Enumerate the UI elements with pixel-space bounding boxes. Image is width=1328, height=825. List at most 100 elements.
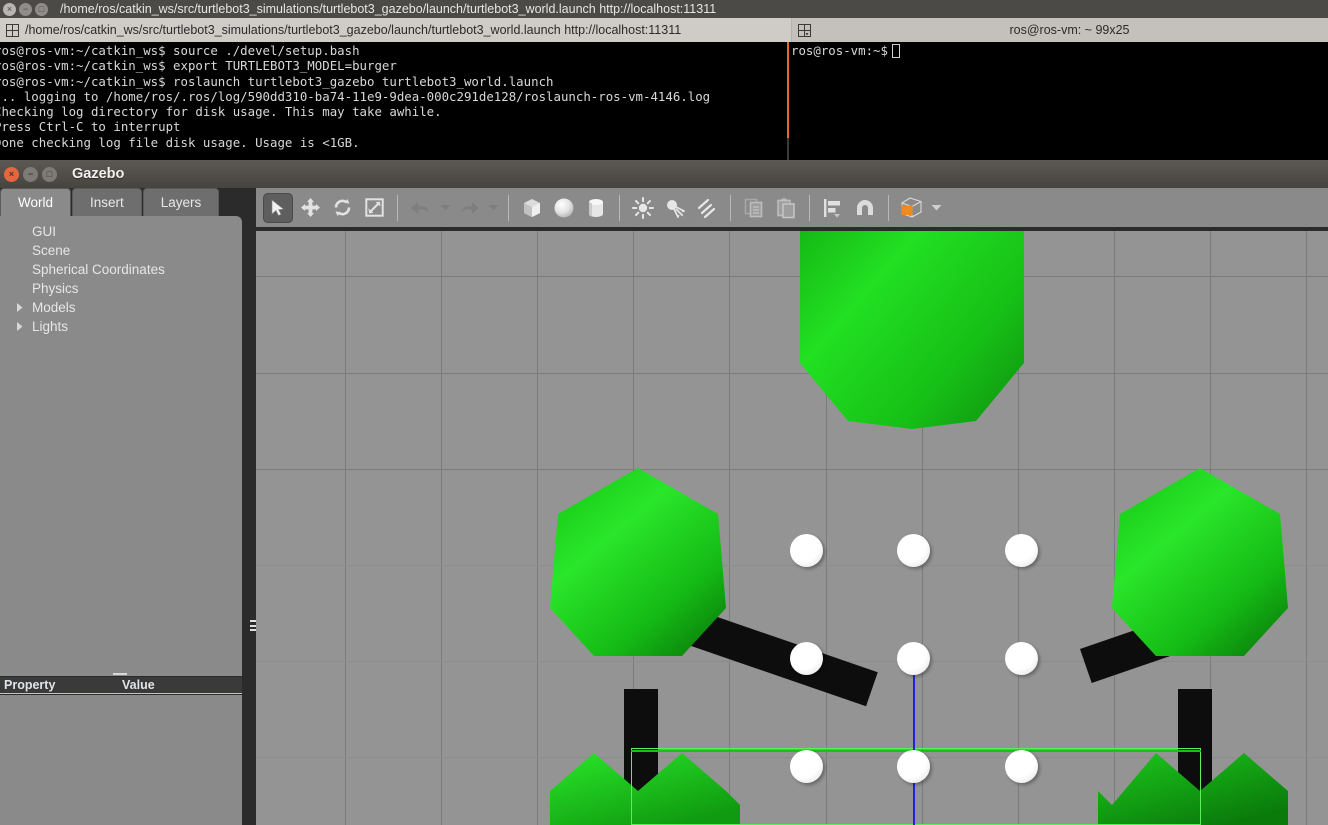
translate-mode-button[interactable] [295, 193, 325, 223]
gazebo-maximize-button[interactable]: □ [42, 166, 57, 182]
grid-line-vertical [537, 231, 538, 825]
tree-item-models[interactable]: Models [0, 298, 242, 317]
paste-button[interactable] [771, 193, 801, 223]
gazebo-titlebar: × − □ Gazebo [0, 160, 1328, 188]
tab-layers[interactable]: Layers [142, 188, 220, 216]
terminal-minimize-button[interactable]: − [19, 2, 32, 16]
gazebo-left-panel: World Insert Layers GUI Scene Spherical … [0, 188, 250, 825]
grid-line-vertical [441, 231, 442, 825]
property-table-body [0, 695, 242, 825]
view-mode-dropdown-button[interactable] [929, 193, 943, 223]
model-green-hex-right [1112, 468, 1288, 668]
view-mode-button[interactable] [897, 193, 927, 223]
gazebo-panel-tabs: World Insert Layers [0, 188, 220, 216]
select-mode-button[interactable] [263, 192, 293, 223]
tree-item-label: Models [32, 300, 76, 315]
toolbar-separator [730, 194, 731, 221]
copy-button[interactable] [739, 193, 769, 223]
insert-point-light-button[interactable] [628, 193, 658, 223]
grip-line [113, 673, 127, 675]
gazebo-world-tree: GUI Scene Spherical Coordinates Physics [0, 216, 242, 336]
model-sphere [1005, 534, 1038, 567]
tree-item-spherical-coordinates[interactable]: Spherical Coordinates [0, 260, 242, 279]
toolbar-separator [619, 194, 620, 221]
insert-directional-light-button[interactable] [692, 193, 722, 223]
model-sphere [790, 534, 823, 567]
terminal-titlebar: × − □ /home/ros/catkin_ws/src/turtlebot3… [0, 0, 1328, 18]
close-icon: × [8, 168, 15, 179]
insert-cylinder-button[interactable] [581, 193, 611, 223]
tab-world[interactable]: World [0, 188, 72, 216]
insert-spot-light-button[interactable] [660, 193, 690, 223]
gazebo-close-button[interactable]: × [4, 166, 19, 182]
snap-button[interactable] [850, 193, 880, 223]
property-table-header: Property Value [0, 677, 242, 694]
close-icon: × [6, 3, 13, 14]
tab-insert-label: Insert [90, 195, 124, 210]
chevron-right-icon[interactable] [12, 320, 26, 334]
model-sphere [1005, 750, 1038, 783]
scale-mode-button[interactable] [359, 193, 389, 223]
tree-item-lights[interactable]: Lights [0, 317, 242, 336]
gazebo-main-area [256, 188, 1328, 825]
terminal-cursor [891, 43, 900, 58]
grid-line-vertical [1306, 231, 1307, 825]
grid-line-horizontal [256, 373, 1328, 374]
value-column-header: Value [122, 678, 155, 692]
minimize-icon: − [22, 3, 29, 14]
terminal-pane-left-output: ros@ros-vm:~/catkin_ws$ source ./devel/s… [0, 43, 711, 150]
tree-item-physics[interactable]: Physics [0, 279, 242, 298]
tree-item-gui[interactable]: GUI [0, 222, 242, 241]
terminal-window-title: /home/ros/catkin_ws/src/turtlebot3_simul… [60, 2, 717, 16]
tab-world-label: World [18, 195, 54, 210]
model-sphere [897, 642, 930, 675]
terminal-pane-divider-highlight [787, 42, 789, 138]
model-sphere [790, 750, 823, 783]
rotate-mode-button[interactable] [327, 193, 357, 223]
gazebo-window: × − □ Gazebo World Insert Layers GUI Sce… [0, 160, 1328, 825]
terminal-maximize-button[interactable]: □ [35, 2, 48, 16]
terminal-body: ros@ros-vm:~/catkin_ws$ source ./devel/s… [0, 42, 1328, 160]
gazebo-world-tree-panel: GUI Scene Spherical Coordinates Physics [0, 216, 242, 676]
redo-dropdown-button[interactable] [486, 193, 500, 223]
terminal-pane-left[interactable]: ros@ros-vm:~/catkin_ws$ source ./devel/s… [0, 42, 787, 160]
tab-layers-label: Layers [160, 195, 202, 210]
paste-icon [777, 198, 795, 218]
model-sphere [897, 750, 930, 783]
tree-item-label: Scene [32, 243, 71, 258]
minimize-icon: − [27, 168, 34, 179]
toolbar-separator [508, 194, 509, 221]
redo-button[interactable] [454, 193, 484, 223]
terminal-tab-1[interactable]: /home/ros/catkin_ws/src/turtlebot3_simul… [0, 18, 792, 42]
insert-sphere-button[interactable] [549, 193, 579, 223]
chevron-down-icon [931, 205, 941, 211]
gazebo-3d-viewport[interactable] [256, 231, 1328, 825]
chevron-right-icon[interactable] [12, 301, 26, 315]
chevron-down-icon [440, 205, 450, 211]
panel-viewport-splitter[interactable] [248, 188, 256, 825]
undo-dropdown-button[interactable] [438, 193, 452, 223]
align-button[interactable] [818, 193, 848, 223]
terminal-tab-1-label: /home/ros/catkin_ws/src/turtlebot3_simul… [25, 23, 682, 37]
tree-item-label: Physics [32, 281, 79, 296]
tab-insert[interactable]: Insert [72, 188, 142, 216]
tree-item-scene[interactable]: Scene [0, 241, 242, 260]
grid-line-vertical [729, 231, 730, 825]
terminal-pane-right[interactable]: ros@ros-vm:~$ [790, 42, 1328, 160]
align-icon [824, 198, 840, 217]
gazebo-minimize-button[interactable]: − [23, 166, 38, 182]
terminal-close-button[interactable]: × [3, 2, 16, 16]
insert-box-button[interactable] [517, 193, 547, 223]
maximize-icon: □ [46, 168, 53, 179]
terminal-tab-icon [6, 23, 19, 37]
sphere-icon [554, 198, 574, 217]
gazebo-window-title: Gazebo [72, 166, 125, 182]
directional-light-icon [697, 198, 716, 218]
undo-arrow-icon [411, 201, 429, 214]
terminal-tab-2[interactable]: ros@ros-vm: ~ 99x25 [792, 18, 1328, 42]
undo-button[interactable] [406, 193, 436, 223]
terminal-pane-right-output: ros@ros-vm:~$ [791, 43, 900, 58]
terminal-window: × − □ /home/ros/catkin_ws/src/turtlebot3… [0, 0, 1328, 160]
rotate-arrows-icon [334, 199, 350, 216]
terminal-tabbar: /home/ros/catkin_ws/src/turtlebot3_simul… [0, 18, 1328, 42]
